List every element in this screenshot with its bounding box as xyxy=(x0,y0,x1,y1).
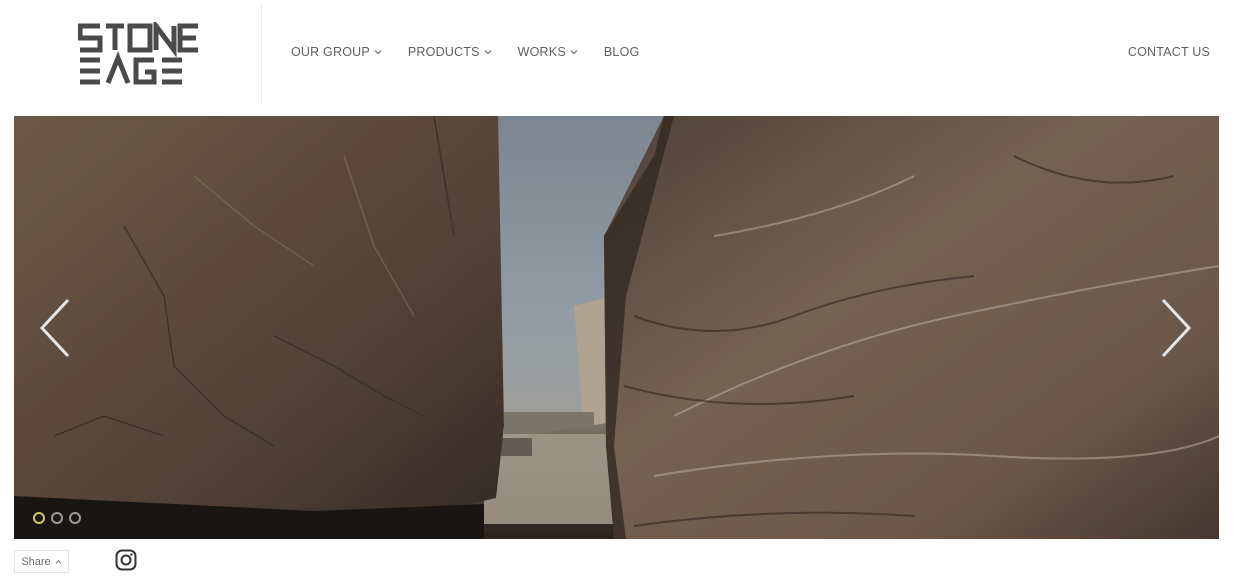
caret-up-icon xyxy=(55,559,62,564)
nav-products[interactable]: PRODUCTS xyxy=(408,45,492,59)
quarry-slide-image xyxy=(14,116,1219,539)
nav-blog-label: BLOG xyxy=(603,45,640,59)
logo-mark xyxy=(78,22,198,85)
chevron-down-icon xyxy=(570,50,578,55)
chevron-down-icon xyxy=(484,50,492,55)
nav-blog[interactable]: BLOG xyxy=(604,45,640,59)
nav-our-group[interactable]: OUR GROUP xyxy=(291,45,382,59)
slider-dot-1[interactable] xyxy=(33,512,45,524)
slider-pagination xyxy=(33,512,81,524)
slider-next-button[interactable] xyxy=(1155,296,1195,360)
hero-slider xyxy=(14,116,1219,539)
chevron-left-icon xyxy=(39,298,70,358)
stone-age-logo[interactable] xyxy=(78,22,200,86)
share-button[interactable]: Share xyxy=(14,550,69,573)
nav-products-label: PRODUCTS xyxy=(407,45,480,59)
share-label: Share xyxy=(21,555,51,568)
instagram-icon xyxy=(115,549,137,571)
main-nav: OUR GROUP PRODUCTS WORKS BLOG xyxy=(291,45,665,59)
nav-contact-us[interactable]: CONTACT US xyxy=(1128,45,1210,59)
site-header: OUR GROUP PRODUCTS WORKS BLOG CONTACT US xyxy=(0,0,1234,107)
nav-our-group-label: OUR GROUP xyxy=(291,45,370,59)
chevron-right-icon xyxy=(1161,298,1192,358)
nav-works-label: WORKS xyxy=(517,45,566,59)
header-divider xyxy=(261,4,262,104)
slider-dot-2[interactable] xyxy=(51,512,63,524)
slider-dot-3[interactable] xyxy=(69,512,81,524)
slider-prev-button[interactable] xyxy=(36,296,76,360)
instagram-link[interactable] xyxy=(115,549,137,571)
nav-works[interactable]: WORKS xyxy=(518,45,578,59)
chevron-down-icon xyxy=(374,50,382,55)
